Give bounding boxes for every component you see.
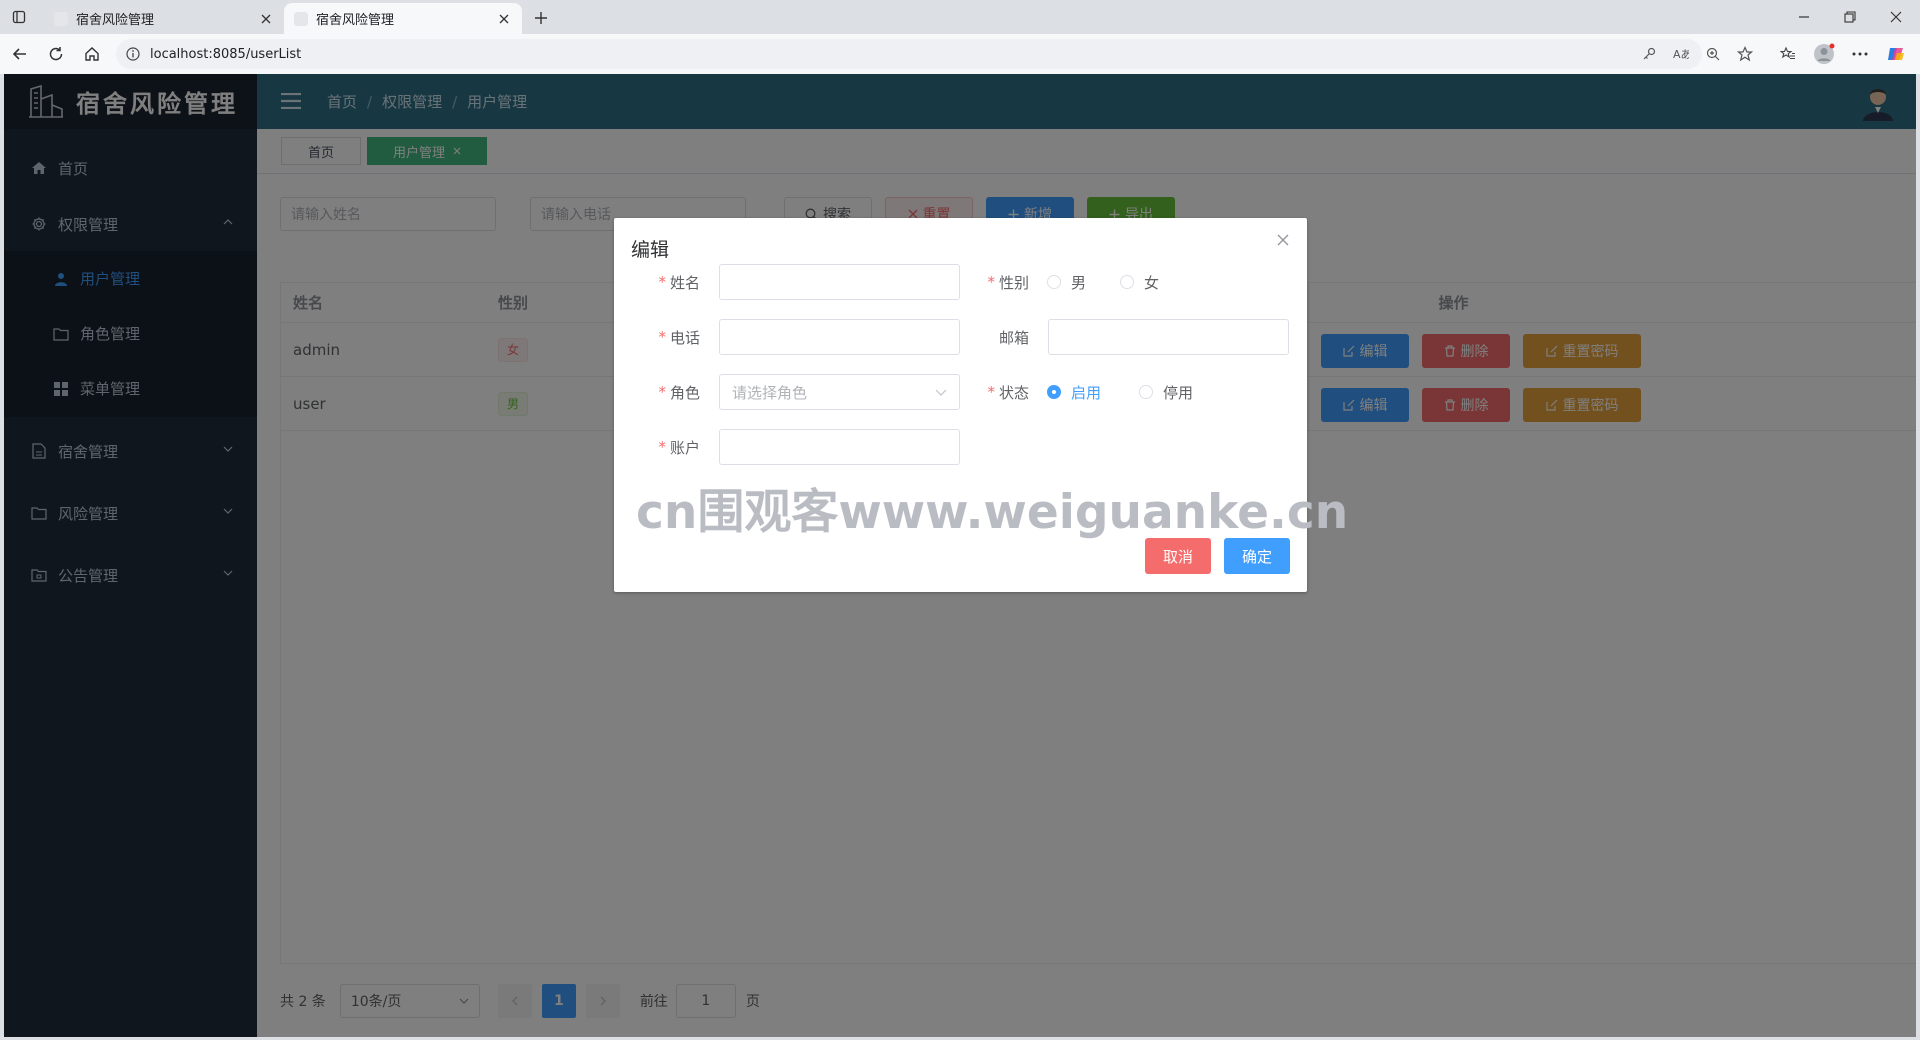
new-tab-icon[interactable] [528, 5, 554, 31]
window-close-icon[interactable] [1874, 4, 1918, 30]
radio-label: 停用 [1163, 383, 1194, 402]
zoom-icon[interactable] [1704, 45, 1722, 63]
confirm-button[interactable]: 确定 [1224, 538, 1290, 574]
profile-avatar-icon[interactable] [1812, 42, 1836, 66]
translate-icon[interactable]: Aあ [1672, 45, 1690, 63]
favorite-star-icon[interactable] [1736, 45, 1754, 63]
role-select[interactable]: 请选择角色 [719, 374, 960, 410]
key-icon[interactable] [1640, 45, 1658, 63]
radio-label: 男 [1071, 273, 1087, 292]
browser-tab-2[interactable]: 宿舍风险管理 [284, 3, 522, 34]
email-label: 邮箱 [998, 328, 1029, 347]
status-label: * 状态 [987, 383, 1029, 402]
browser-tab-1[interactable]: 宿舍风险管理 [44, 3, 284, 34]
favorites-icon[interactable] [1776, 42, 1800, 66]
tab-close-icon[interactable] [258, 11, 274, 27]
account-field[interactable] [719, 429, 960, 465]
gender-male-radio[interactable]: 男 [1047, 265, 1086, 299]
browser-toolbar: localhost:8085/userList Aあ [0, 34, 1920, 74]
tab-actions-icon[interactable] [6, 4, 32, 30]
radio-dot [1139, 385, 1153, 399]
close-icon[interactable] [1275, 232, 1291, 248]
radio-dot [1120, 275, 1134, 289]
address-bar[interactable]: localhost:8085/userList [116, 39, 1702, 69]
reload-icon[interactable] [42, 40, 70, 68]
status-disabled-radio[interactable]: 停用 [1139, 375, 1193, 409]
role-placeholder: 请选择角色 [732, 383, 808, 402]
tab-close-icon[interactable] [496, 11, 512, 27]
copilot-icon[interactable] [1884, 42, 1908, 66]
tab-title: 宿舍风险管理 [76, 13, 155, 28]
edit-user-dialog: 编辑 * 姓名 * 性别 男 女 * 电话 邮箱 * 角色 请选择角色 * 状态… [614, 218, 1349, 592]
site-info-icon[interactable] [126, 47, 140, 61]
page-viewport: 宿舍风险管理 首页 权限管理 用户管理 [4, 74, 1916, 1037]
name-label: * 姓名 [658, 273, 700, 292]
back-icon[interactable] [6, 40, 34, 68]
page-favicon-icon [294, 11, 308, 26]
phone-label: * 电话 [658, 328, 700, 347]
chevron-down-icon [935, 386, 947, 398]
dialog-title: 编辑 [631, 239, 670, 261]
confirm-label: 确定 [1241, 547, 1272, 566]
cancel-button[interactable]: 取消 [1145, 538, 1211, 574]
radio-dot [1047, 275, 1061, 289]
tab-title: 宿舍风险管理 [316, 13, 395, 28]
radio-dot [1047, 385, 1061, 399]
cancel-label: 取消 [1162, 547, 1193, 566]
browser-tab-strip: 宿舍风险管理 宿舍风险管理 [0, 0, 1920, 34]
name-field[interactable] [719, 264, 960, 300]
watermark-text: cn围观客www.weiguanke.cn [636, 485, 1349, 540]
restore-icon[interactable] [1828, 4, 1872, 30]
status-enabled-radio[interactable]: 启用 [1047, 375, 1101, 409]
phone-field[interactable] [719, 319, 960, 355]
more-menu-icon[interactable] [1848, 42, 1872, 66]
email-field[interactable] [1048, 319, 1289, 355]
svg-text:Aあ: Aあ [1673, 48, 1689, 61]
radio-label: 启用 [1071, 383, 1102, 402]
account-label: * 账户 [658, 438, 700, 457]
url-text: localhost:8085/userList [150, 46, 302, 62]
gender-female-radio[interactable]: 女 [1120, 265, 1159, 299]
role-label: * 角色 [658, 383, 700, 402]
radio-label: 女 [1144, 273, 1160, 292]
home-icon[interactable] [78, 40, 106, 68]
page-favicon-icon [54, 11, 68, 26]
minimize-icon[interactable] [1782, 4, 1826, 30]
gender-label: * 性别 [987, 273, 1029, 292]
